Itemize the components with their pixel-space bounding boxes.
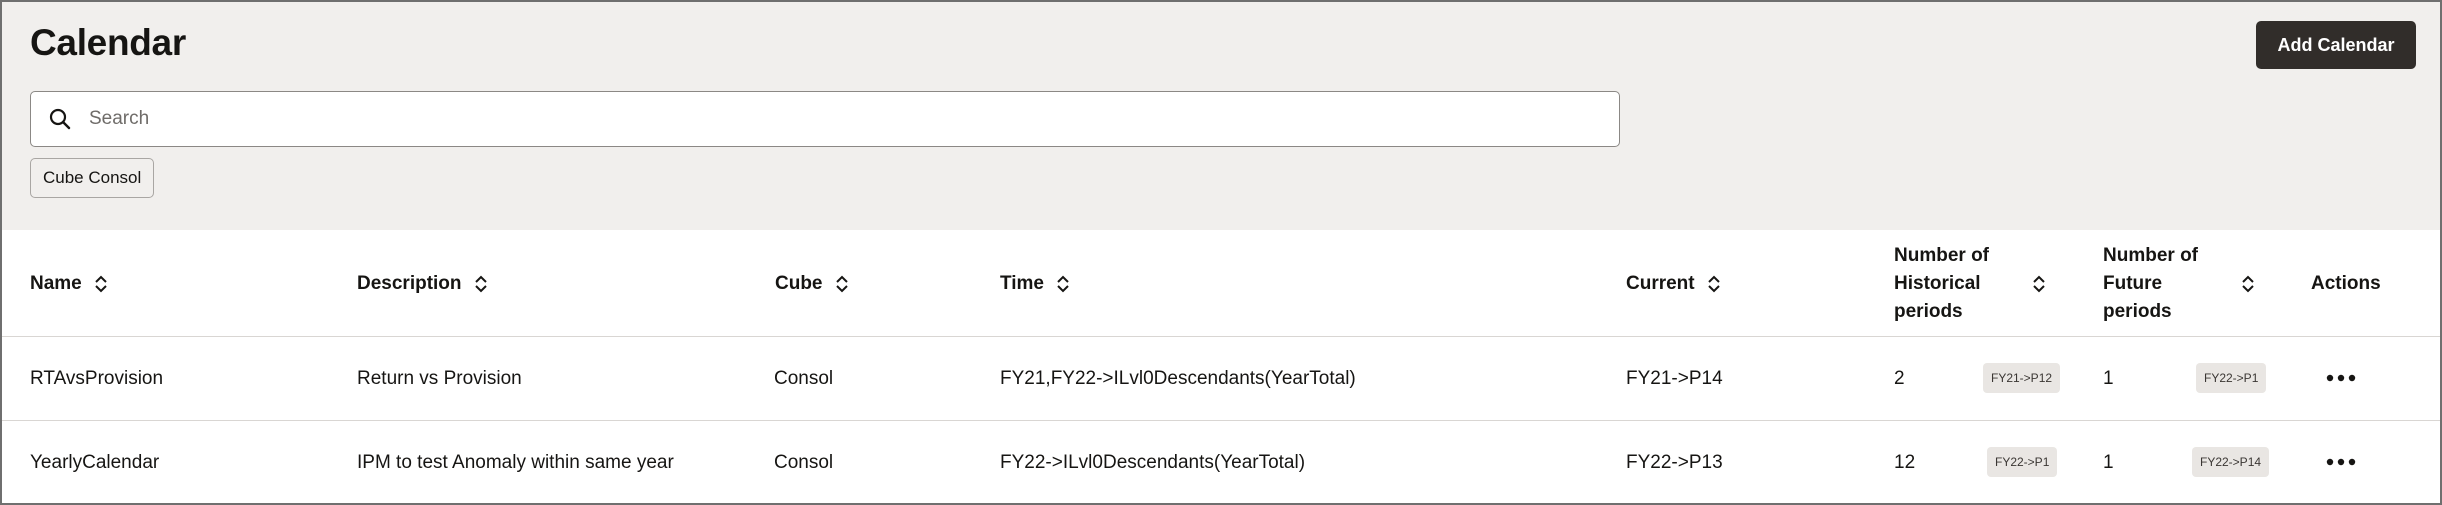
cell-time: FY21,FY22->ILvl0Descendants(YearTotal) — [1000, 368, 1356, 389]
calendar-page: Calendar Add Calendar Cube Consol Name D… — [0, 0, 2442, 505]
search-icon — [47, 106, 73, 132]
cell-name: YearlyCalendar — [30, 452, 160, 473]
column-label: Current — [1626, 272, 1695, 294]
table-row[interactable]: YearlyCalendar IPM to test Anomaly withi… — [2, 421, 2440, 503]
column-header-description[interactable]: Description — [357, 230, 488, 337]
historical-period-badge: FY21->P12 — [1983, 363, 2061, 393]
cell-current: FY22->P13 — [1626, 452, 1723, 473]
column-label: Name — [30, 272, 82, 294]
future-period-badge: FY22->P14 — [2192, 447, 2270, 477]
column-header-current[interactable]: Current — [1626, 230, 1721, 337]
sort-icon — [1707, 274, 1721, 294]
cell-future: 1 — [2103, 368, 2114, 389]
cell-name: RTAvsProvision — [30, 368, 164, 389]
cell-description: Return vs Provision — [357, 368, 522, 389]
row-actions-button[interactable] — [2320, 357, 2362, 399]
sort-icon — [2241, 274, 2255, 294]
more-options-icon — [2326, 453, 2356, 471]
historical-period-badge: FY22->P1 — [1987, 447, 2058, 477]
column-label: Cube — [775, 272, 823, 294]
sort-icon — [474, 274, 488, 294]
page-title: Calendar — [30, 22, 186, 63]
sort-icon — [94, 274, 108, 294]
sort-icon — [835, 274, 849, 294]
filter-chip-cube[interactable]: Cube Consol — [30, 158, 155, 198]
column-header-actions: Actions — [2311, 230, 2381, 337]
cell-current: FY21->P14 — [1626, 368, 1723, 389]
cell-cube: Consol — [774, 368, 834, 389]
sort-icon — [2032, 274, 2046, 294]
column-label: Time — [1000, 272, 1045, 294]
future-period-badge: FY22->P1 — [2196, 363, 2267, 393]
column-header-time[interactable]: Time — [1000, 230, 1070, 337]
cell-description: IPM to test Anomaly within same year — [357, 452, 674, 473]
column-label: Number of Historical periods — [1894, 244, 1989, 322]
column-label: Description — [357, 272, 462, 294]
cell-historical: 2 — [1894, 368, 1905, 389]
cell-time: FY22->ILvl0Descendants(YearTotal) — [1000, 452, 1306, 473]
table-row[interactable]: RTAvsProvision Return vs Provision Conso… — [2, 337, 2440, 421]
sort-icon — [1056, 274, 1070, 294]
column-header-future-periods[interactable]: Number of Future periods — [2103, 230, 2255, 337]
column-header-name[interactable]: Name — [30, 230, 108, 337]
column-header-cube[interactable]: Cube — [775, 230, 849, 337]
column-label: Number of Future periods — [2103, 244, 2198, 322]
column-label: Actions — [2311, 272, 2381, 294]
page-header: Calendar Add Calendar Cube Consol — [2, 2, 2440, 230]
cell-future: 1 — [2103, 452, 2114, 473]
search-box[interactable] — [30, 91, 1620, 147]
cell-cube: Consol — [774, 452, 834, 473]
row-actions-button[interactable] — [2320, 441, 2362, 483]
calendar-table: Name Description Cube Time Current Numbe… — [2, 230, 2440, 503]
more-options-icon — [2326, 369, 2356, 387]
search-input[interactable] — [89, 108, 1489, 130]
column-header-historical-periods[interactable]: Number of Historical periods — [1894, 230, 2046, 337]
add-calendar-button[interactable]: Add Calendar — [2256, 21, 2416, 69]
cell-historical: 12 — [1894, 452, 1916, 473]
table-header: Name Description Cube Time Current Numbe… — [2, 230, 2440, 337]
